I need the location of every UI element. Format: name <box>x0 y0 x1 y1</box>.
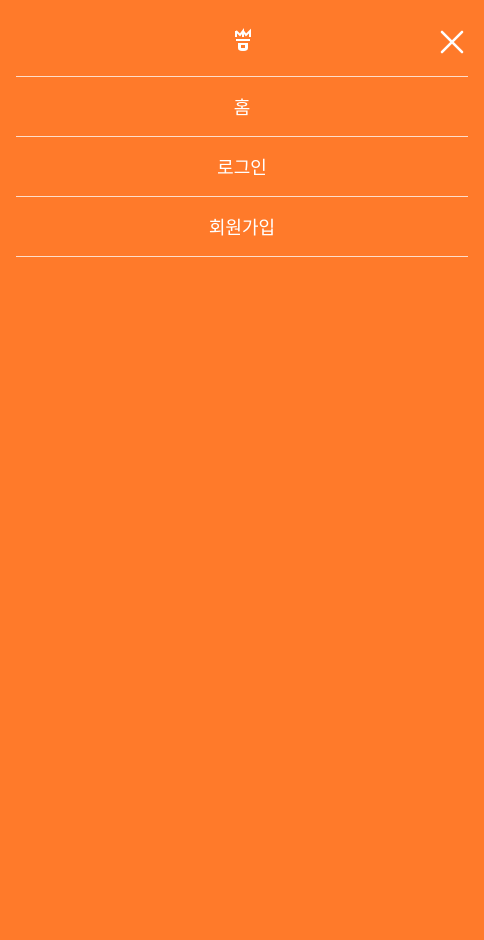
menu-item-label: 홈 <box>233 97 251 119</box>
menu-item-home[interactable]: 홈 <box>16 77 468 137</box>
brand-logo-icon[interactable] <box>232 28 254 54</box>
menu-item-label: 로그인 <box>217 157 267 179</box>
nav-menu: 홈 로그인 회원가입 <box>16 76 468 257</box>
menu-item-label: 회원가입 <box>208 217 276 239</box>
menu-header <box>0 0 484 77</box>
menu-item-signup[interactable]: 회원가입 <box>16 197 468 257</box>
menu-item-login[interactable]: 로그인 <box>16 137 468 197</box>
close-icon <box>440 30 464 54</box>
close-button[interactable] <box>438 28 466 56</box>
